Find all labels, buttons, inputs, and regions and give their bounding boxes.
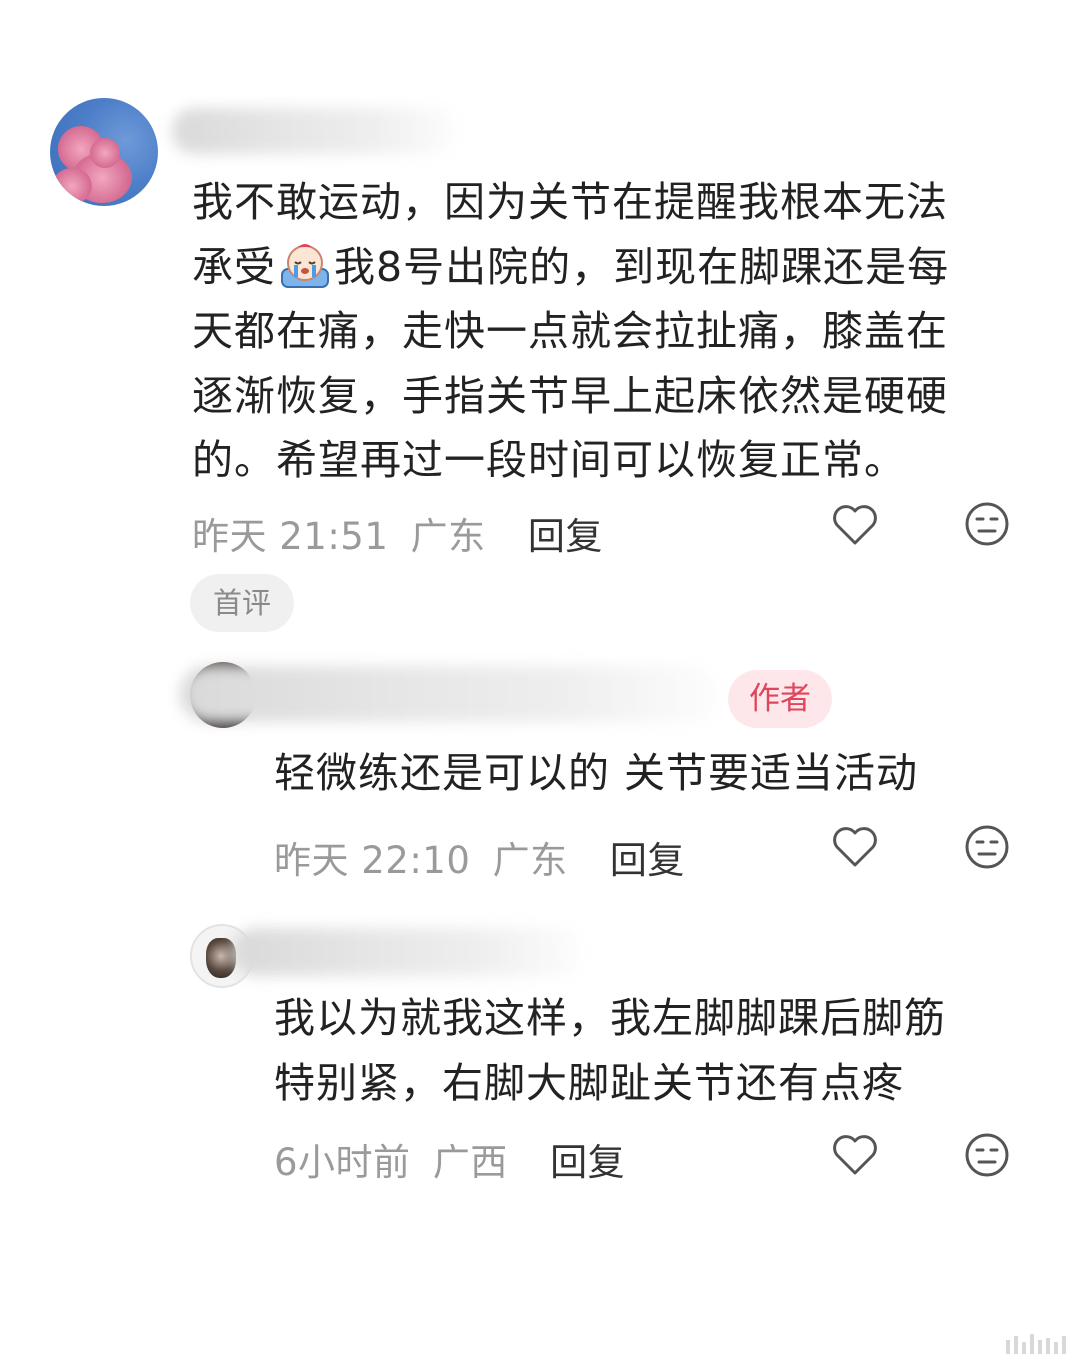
comment-meta: 6小时前 广西 回复	[274, 1132, 625, 1186]
reply-text: 我以为就我这样，我左脚脚踝后脚筋 特别紧，右脚大脚趾关节还有点疼	[274, 994, 946, 1107]
watermark-logo	[1006, 1334, 1066, 1354]
username-blurred[interactable]	[180, 666, 720, 722]
username-blurred[interactable]	[172, 108, 457, 154]
user-avatar[interactable]	[50, 98, 158, 206]
comment-location: 广东	[410, 515, 486, 558]
heart-outline-icon[interactable]	[830, 1130, 880, 1180]
comment-meta: 昨天 22:10 广东 回复	[274, 830, 685, 884]
comment-location: 广西	[432, 1141, 508, 1184]
heart-outline-icon[interactable]	[830, 822, 880, 872]
heart-outline-icon[interactable]	[830, 500, 880, 550]
reply-button[interactable]: 回复	[610, 839, 685, 882]
comment-thread: 我不敢运动，因为关节在提醒我根本无法 承受 我8号出院的，到现在脚踝还是每 天都…	[0, 0, 1080, 1362]
crying-face-emoji	[278, 241, 332, 289]
comment-location: 广东	[492, 839, 568, 882]
username-blurred[interactable]	[232, 928, 582, 976]
neutral-face-icon[interactable]	[962, 499, 1012, 549]
comment-time: 6小时前	[274, 1141, 411, 1184]
reply-button[interactable]: 回复	[550, 1141, 625, 1184]
reply-button[interactable]: 回复	[528, 515, 603, 558]
neutral-face-icon[interactable]	[962, 822, 1012, 872]
first-comment-badge: 首评	[190, 574, 294, 632]
neutral-face-icon[interactable]	[962, 1130, 1012, 1180]
comment-time: 昨天 22:10	[274, 839, 471, 882]
comment-time: 昨天 21:51	[192, 515, 389, 558]
author-badge: 作者	[728, 670, 832, 728]
comment-meta: 昨天 21:51 广东 回复	[192, 506, 603, 560]
comment-text: 我不敢运动，因为关节在提醒我根本无法 承受 我8号出院的，到现在脚踝还是每 天都…	[192, 178, 950, 484]
reply-text: 轻微练还是可以的 关节要适当活动	[274, 749, 919, 797]
